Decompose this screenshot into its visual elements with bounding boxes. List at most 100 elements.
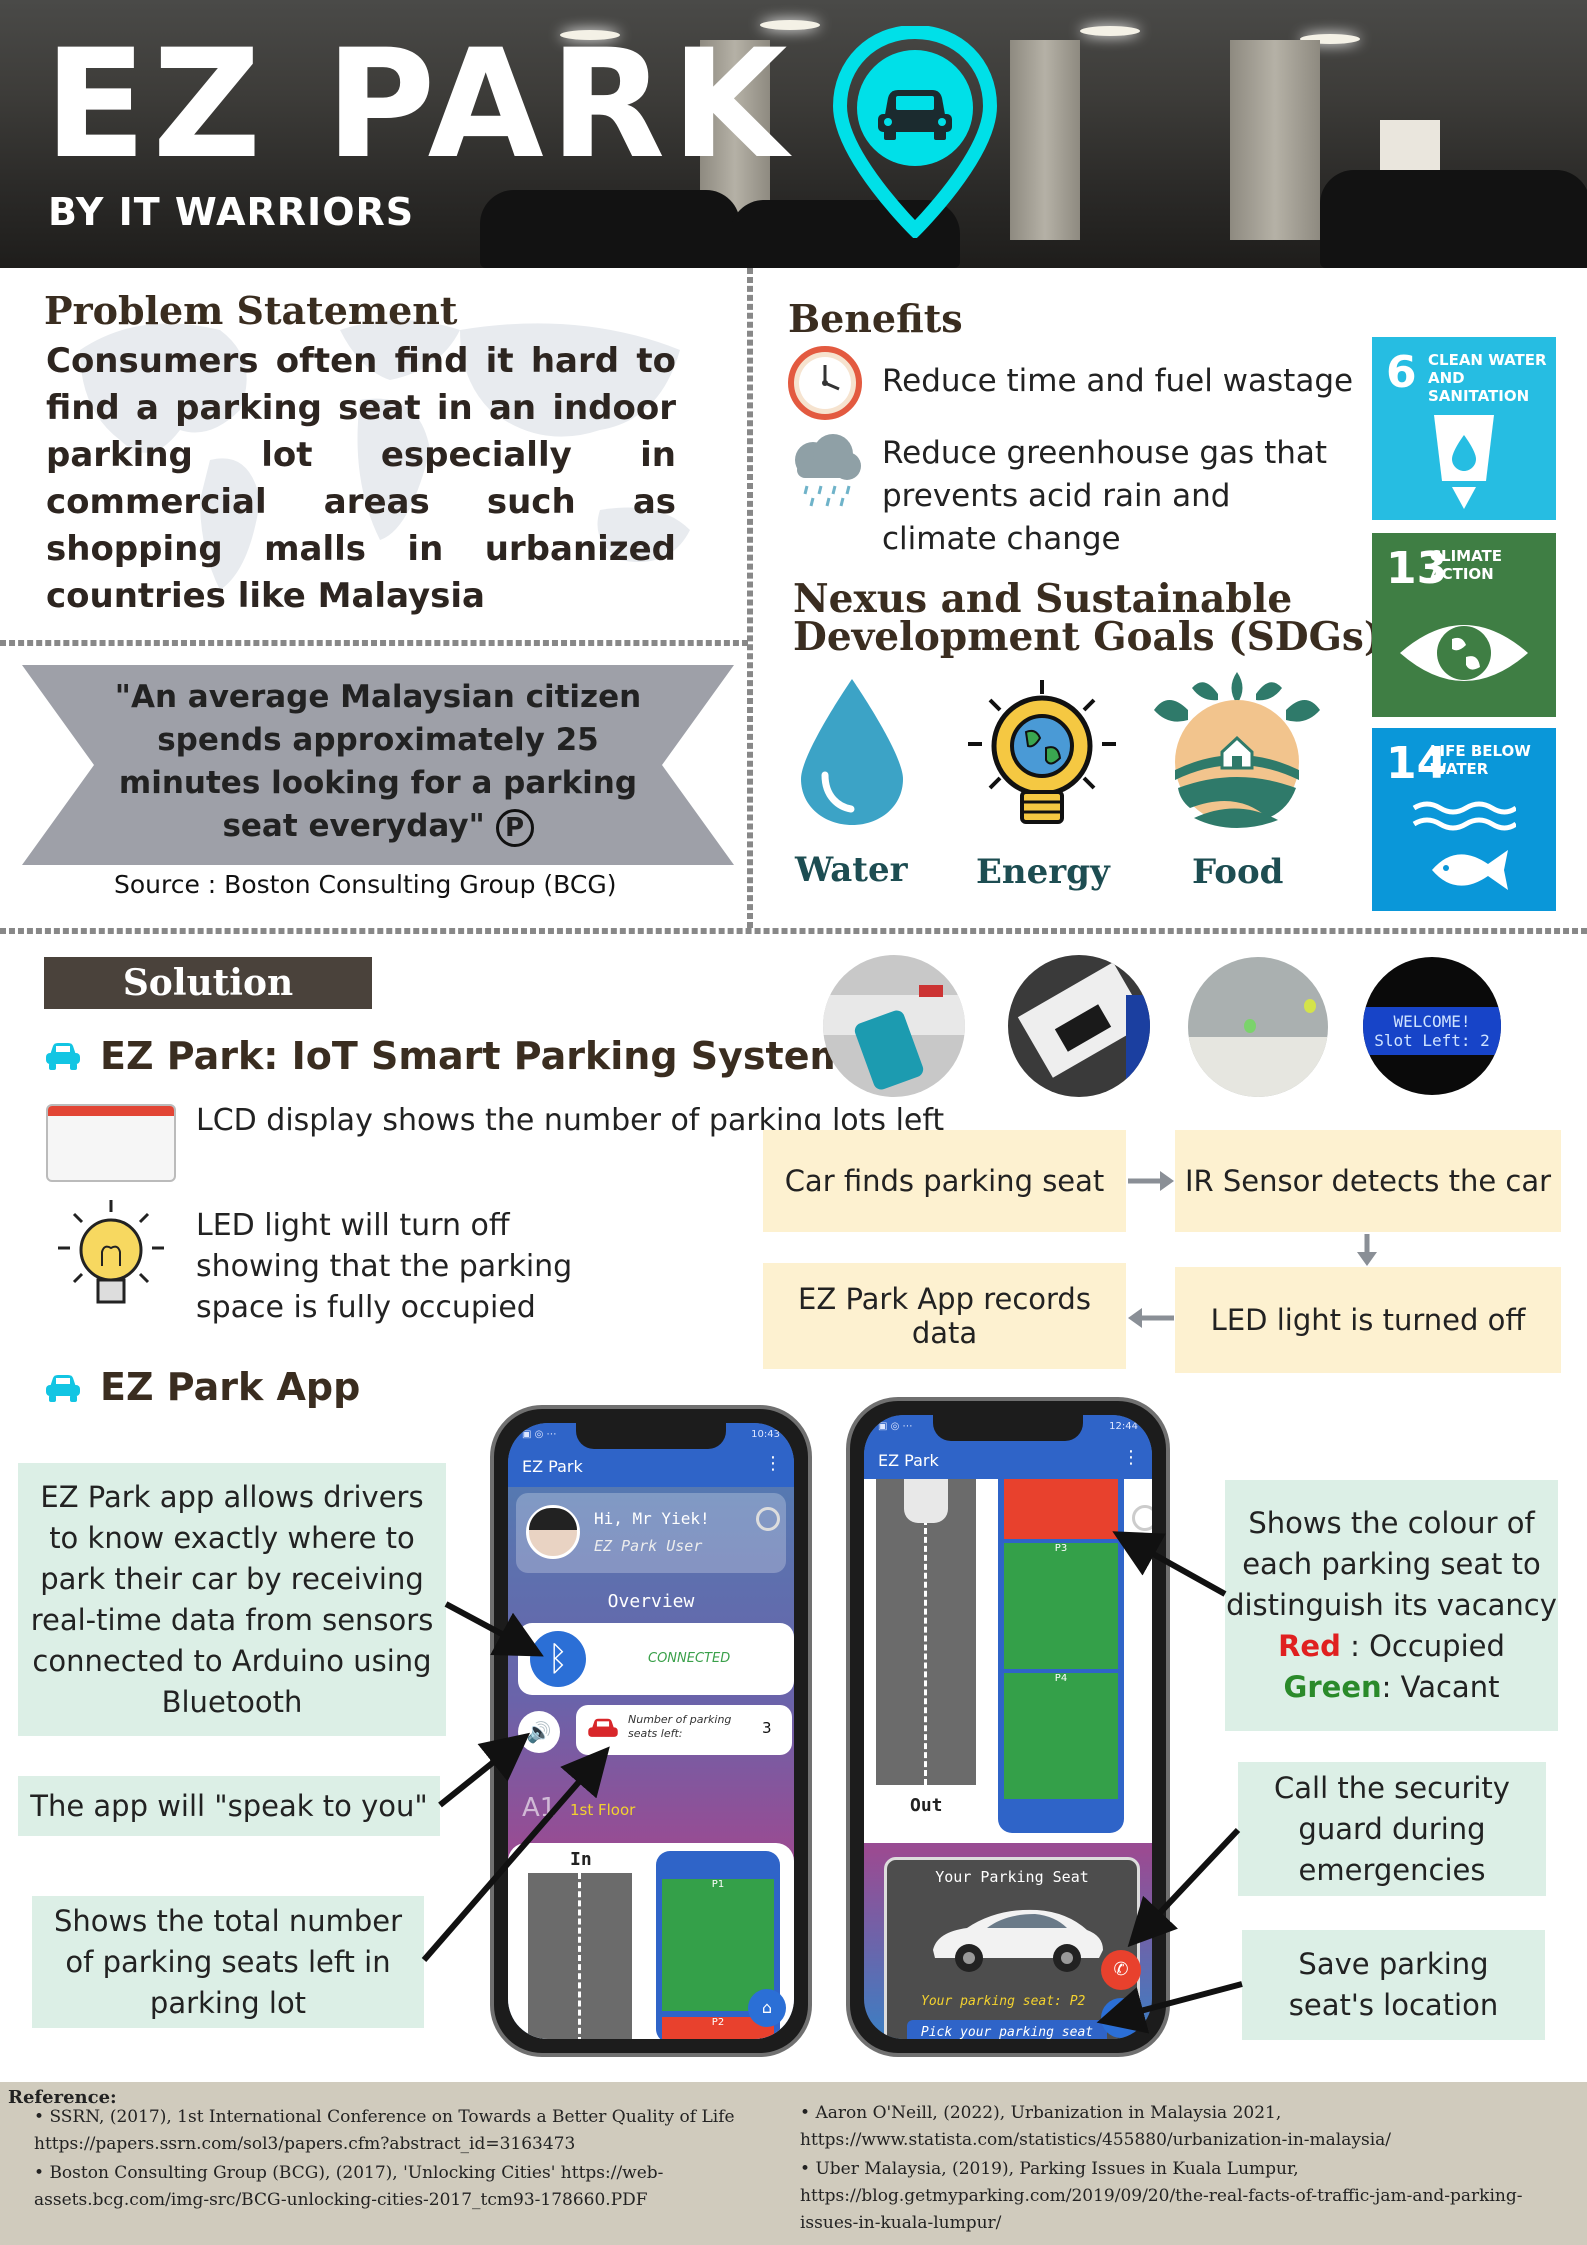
red-meaning: : Occupied [1340, 1629, 1505, 1663]
reference-getmyparking: Uber Malaysia, (2019), Parking Issues in… [800, 2159, 1523, 2233]
slot-p4[interactable]: P4 [1004, 1673, 1118, 1799]
phone-call-icon[interactable]: ✆ [1101, 1950, 1141, 1990]
nexus-food-label: Food [1192, 852, 1284, 892]
road [876, 1479, 976, 1785]
led-bulb-icon [58, 1200, 164, 1304]
phone2-app-name: EZ Park [878, 1451, 939, 1470]
reference-ssrn: SSRN, (2017), 1st International Conferen… [34, 2107, 735, 2154]
sdg-13-label: CLIMATE ACTION [1430, 547, 1502, 583]
phone2-seat-card: Your Parking Seat Your parking seat: P2 … [884, 1857, 1141, 2039]
pillar [1010, 40, 1080, 240]
water-glass-icon [1434, 415, 1494, 509]
annotation-speak: The app will "speak to you" [18, 1776, 440, 1836]
flow-step-ir-sensor: IR Sensor detects the car [1175, 1130, 1561, 1232]
nexus-energy-label: Energy [976, 852, 1110, 892]
parking-p-icon: P [495, 808, 534, 847]
parked-car [480, 190, 740, 268]
water-drop-icon [801, 679, 903, 825]
phone2-card-seat: Your parking seat: P2 [921, 1994, 1086, 2009]
phone1-floor: 1st Floor [570, 1801, 636, 1819]
speaker-icon[interactable]: 🔊 [518, 1711, 560, 1753]
lcd-line-2: Slot Left: 2 [1374, 1031, 1490, 1050]
rain-cloud-icon [795, 434, 861, 507]
phone2-toggle[interactable] [1132, 1505, 1152, 1531]
quote-body: "An average Malaysian citizen spends app… [114, 679, 642, 844]
lcd-line-1: WELCOME! [1393, 1012, 1471, 1031]
fish-waves-icon [1412, 801, 1516, 890]
phone2-card-title: Your Parking Seat [935, 1868, 1089, 1886]
flow-step-app-records: EZ Park App records data [763, 1263, 1126, 1369]
home-fab-icon[interactable]: ⌂ [748, 1989, 786, 2027]
nexus-water-label: Water [795, 850, 908, 890]
green-meaning: : Vacant [1381, 1670, 1500, 1704]
vacancy-green-line: Green: Vacant [1284, 1667, 1500, 1708]
infographic: EZ PARK BY IT WARRIORS Problem Statement… [0, 0, 1587, 2245]
car-location-pin-icon [832, 26, 998, 238]
slot-p3[interactable]: P3 [1004, 1543, 1118, 1669]
annotation-save-location: Save parking seat's location [1242, 1930, 1545, 2040]
phone1-parking-map: In P1 P2 ⌂ [508, 1843, 794, 2039]
phone2-time: 12:44 [1109, 1421, 1138, 1432]
header-banner: EZ PARK BY IT WARRIORS [0, 0, 1587, 268]
system-title: EZ Park: IoT Smart Parking System [100, 1034, 850, 1078]
phone2-menu-icon[interactable]: ⋮ [1122, 1447, 1140, 1468]
lcd-window-icon [46, 1104, 176, 1182]
arrow-right-icon [1128, 1171, 1174, 1191]
phone1-seats-card: Number of parking seats left: 3 [576, 1705, 792, 1755]
lightbulb-globe-icon [968, 680, 1116, 824]
phone1-seats-label: Number of parking seats left: [628, 1713, 732, 1740]
phone1-app-name: EZ Park [522, 1457, 583, 1476]
quote-source: Source : Boston Consulting Group (BCG) [114, 870, 617, 899]
phone2-slots: P3 P4 [998, 1479, 1124, 1833]
divider [747, 268, 753, 928]
save-location-fab-icon[interactable] [1101, 1998, 1141, 2038]
bluetooth-icon[interactable]: ᛒ [530, 1631, 586, 1687]
green-legend: Green [1283, 1670, 1382, 1704]
arrow-down-icon [1357, 1234, 1377, 1266]
phone1-statusbar: ▣ ◎ ⋯ [522, 1429, 557, 1440]
pillar [1230, 40, 1320, 240]
phone2-lane: Out [910, 1795, 943, 1816]
lcd-display-photo: WELCOME! Slot Left: 2 [1363, 957, 1501, 1095]
benefit-1-text: Reduce time and fuel wastage [882, 363, 1354, 399]
phone2-parking-map: Out P3 P4 [864, 1479, 1152, 1843]
reference-item: • Aaron O'Neill, (2022), Urbanization in… [800, 2103, 1391, 2150]
phone-2: ▣ ◎ ⋯ 12:44 EZ Park ⋮ Out P3 P4 Your Par… [846, 1397, 1170, 2057]
benefit-2-text: Reduce greenhouse gas that prevents acid… [882, 435, 1328, 557]
red-car-icon [588, 1718, 618, 1737]
reference-statista: Aaron O'Neill, (2022), Urbanization in M… [800, 2103, 1391, 2150]
ir-sensor-photo [1008, 955, 1150, 1097]
slot-occupied[interactable] [1004, 1479, 1118, 1539]
divider [0, 640, 748, 646]
flow-step-car-finds-seat: Car finds parking seat [763, 1130, 1126, 1232]
phone1-seats-value: 3 [762, 1719, 772, 1737]
page-title: EZ PARK [44, 18, 794, 192]
nexus-heading: Nexus and Sustainable Development Goals … [793, 576, 1382, 657]
pick-seat-button[interactable]: Pick your parking seat [907, 2020, 1107, 2039]
reference-item: • Boston Consulting Group (BCG), (2017),… [34, 2163, 664, 2210]
phone1-toggle[interactable] [756, 1507, 780, 1531]
parked-car [1320, 170, 1587, 268]
user-avatar [526, 1505, 580, 1559]
benefits-heading: Benefits [788, 296, 963, 341]
annotation-vacancy-colours: Shows the colour of each parking seat to… [1225, 1480, 1558, 1731]
phone1-lane: In [570, 1849, 592, 1870]
phone1-overview: Overview [607, 1591, 695, 1612]
problem-heading: Problem Statement [44, 288, 458, 333]
sdg-14-tile: 14 LIFE BELOW WATER [1372, 728, 1556, 911]
solution-tag: Solution [44, 957, 372, 1009]
farm-icon [1154, 672, 1320, 828]
prototype-car-photo [823, 955, 965, 1097]
nexus-heading-line1: Nexus and Sustainable [793, 576, 1293, 622]
sdg-13-tile: 13 CLIMATE ACTION [1372, 533, 1556, 717]
phone2-statusbar: ▣ ◎ ⋯ [878, 1421, 913, 1432]
car-icon [46, 1375, 80, 1402]
feature-led-text: LED light will turn off showing that the… [196, 1208, 573, 1325]
annotation-total-seats: Shows the total number of parking seats … [32, 1896, 424, 2028]
phone1-bluetooth-card: ᛒ CONNECTED [518, 1623, 794, 1695]
clock-icon [788, 346, 862, 420]
divider [0, 928, 1587, 934]
red-legend: Red [1278, 1629, 1341, 1663]
phone1-floor-code: A1 [522, 1793, 557, 1823]
phone1-menu-icon[interactable]: ⋮ [764, 1453, 782, 1474]
